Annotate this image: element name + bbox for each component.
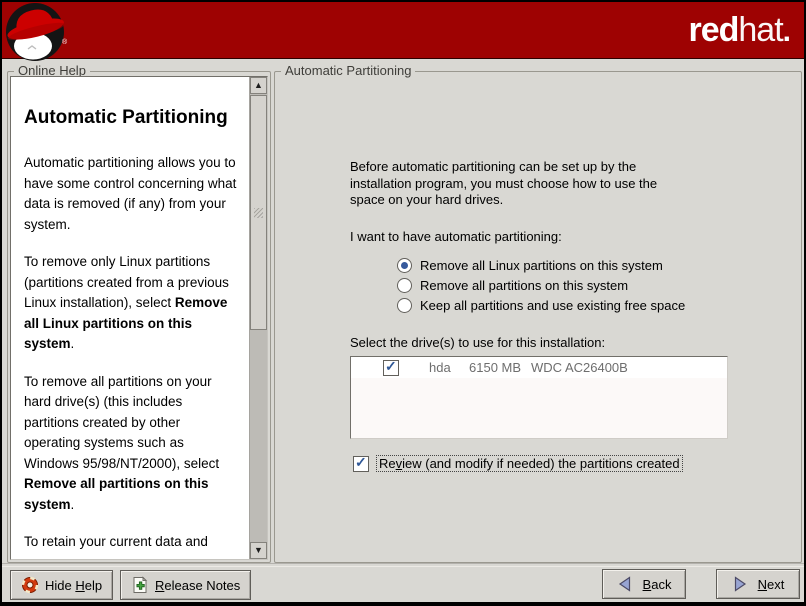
- hide-help-post: elp: [85, 578, 102, 593]
- radio-label: Keep all partitions and use existing fre…: [420, 298, 685, 313]
- wordmark-dot: .: [783, 15, 790, 48]
- drives-select-label: Select the drive(s) to use for this inst…: [350, 335, 605, 350]
- radio-remove-all-partitions[interactable]: Remove all partitions on this system: [397, 276, 628, 294]
- arrow-right-icon: [732, 576, 748, 592]
- release-notes-button[interactable]: Release Notes: [120, 570, 251, 600]
- help-text: Automatic Partitioning Automatic partiti…: [11, 77, 250, 559]
- release-notes-post: elease Notes: [164, 578, 240, 593]
- drive-checkbox-icon[interactable]: [383, 360, 399, 376]
- radio-label: Remove all partitions on this system: [420, 278, 628, 293]
- next-button[interactable]: Next: [716, 569, 800, 599]
- drive-model: WDC AC26400B: [531, 360, 628, 375]
- help-paragraph-3-bold: Remove all partitions on this system: [24, 476, 209, 512]
- lifebuoy-help-icon: [21, 576, 39, 594]
- svg-text:®: ®: [62, 38, 68, 46]
- drive-device: hda: [429, 360, 469, 375]
- back-post: ack: [651, 577, 671, 592]
- next-label: Next: [758, 577, 785, 592]
- radio-remove-linux-partitions[interactable]: Remove all Linux partitions on this syst…: [397, 256, 663, 274]
- back-label: Back: [643, 577, 672, 592]
- help-paragraph-1: Automatic partitioning allows you to hav…: [24, 153, 240, 235]
- wordmark-red: red: [688, 11, 738, 49]
- redhat-banner: [2, 2, 804, 59]
- help-scrollbar[interactable]: ▲ ▼: [249, 77, 267, 559]
- radio-keep-all-partitions[interactable]: Keep all partitions and use existing fre…: [397, 296, 685, 314]
- bottom-separator: [2, 563, 804, 567]
- help-paragraph-2: To remove only Linux partitions (partiti…: [24, 252, 240, 355]
- redhat-wordmark: redhat.: [688, 10, 790, 52]
- automatic-partitioning-frame: Automatic Partitioning Before automatic …: [274, 71, 802, 563]
- review-label-pre: Re: [379, 456, 396, 471]
- automatic-partitioning-frame-label: Automatic Partitioning: [281, 63, 415, 78]
- help-paragraph-2-period: .: [71, 336, 75, 351]
- scroll-down-arrow-icon[interactable]: ▼: [250, 542, 267, 559]
- back-button[interactable]: Back: [602, 569, 686, 599]
- installer-window: ® redhat. Online Help Automatic Partitio…: [0, 0, 806, 606]
- radio-button-icon[interactable]: [397, 298, 412, 313]
- release-notes-icon: [131, 576, 149, 594]
- drive-list[interactable]: hda 6150 MB WDC AC26400B: [350, 356, 728, 439]
- drive-row-hda[interactable]: hda 6150 MB WDC AC26400B: [351, 357, 727, 378]
- next-post: ext: [767, 577, 784, 592]
- partitioning-question: I want to have automatic partitioning:: [350, 229, 562, 244]
- scrollbar-grip-icon: [254, 208, 263, 218]
- wordmark-hat: hat: [738, 11, 782, 49]
- help-heading: Automatic Partitioning: [24, 107, 240, 129]
- intro-text: Before automatic partitioning can be set…: [350, 159, 690, 209]
- hide-help-label: Hide Help: [45, 578, 102, 593]
- radio-label: Remove all Linux partitions on this syst…: [420, 258, 663, 273]
- help-paragraph-4-clipped: To retain your current data and: [24, 532, 240, 553]
- scroll-up-arrow-icon[interactable]: ▲: [250, 77, 267, 94]
- hide-help-mnemonic: H: [75, 578, 84, 593]
- release-notes-mnemonic: R: [155, 578, 164, 593]
- review-checkbox-icon[interactable]: [353, 456, 369, 472]
- review-partitions-checkbox-row[interactable]: Review (and modify if needed) the partit…: [353, 455, 683, 472]
- redhat-shadowman-logo-icon: ®: [4, 2, 70, 65]
- help-viewport: Automatic Partitioning Automatic partiti…: [10, 76, 268, 560]
- hide-help-button[interactable]: Hide Help: [10, 570, 113, 600]
- hide-help-pre: Hide: [45, 578, 75, 593]
- review-checkbox-label: Review (and modify if needed) the partit…: [376, 455, 683, 472]
- online-help-frame: Online Help Automatic Partitioning Autom…: [7, 71, 271, 563]
- drive-size: 6150 MB: [469, 360, 531, 375]
- back-mnemonic: B: [643, 577, 652, 592]
- help-paragraph-3-text: To remove all partitions on your hard dr…: [24, 374, 219, 471]
- radio-button-icon[interactable]: [397, 278, 412, 293]
- window-body: ® redhat. Online Help Automatic Partitio…: [2, 2, 804, 602]
- help-paragraph-3-period: .: [71, 497, 75, 512]
- help-paragraph-3: To remove all partitions on your hard dr…: [24, 372, 240, 516]
- radio-button-icon[interactable]: [397, 258, 412, 273]
- review-label-post: iew (and modify if needed) the partition…: [402, 456, 680, 471]
- release-notes-label: Release Notes: [155, 578, 240, 593]
- scrollbar-thumb[interactable]: [250, 95, 267, 330]
- next-mnemonic: N: [758, 577, 767, 592]
- arrow-left-icon: [617, 576, 633, 592]
